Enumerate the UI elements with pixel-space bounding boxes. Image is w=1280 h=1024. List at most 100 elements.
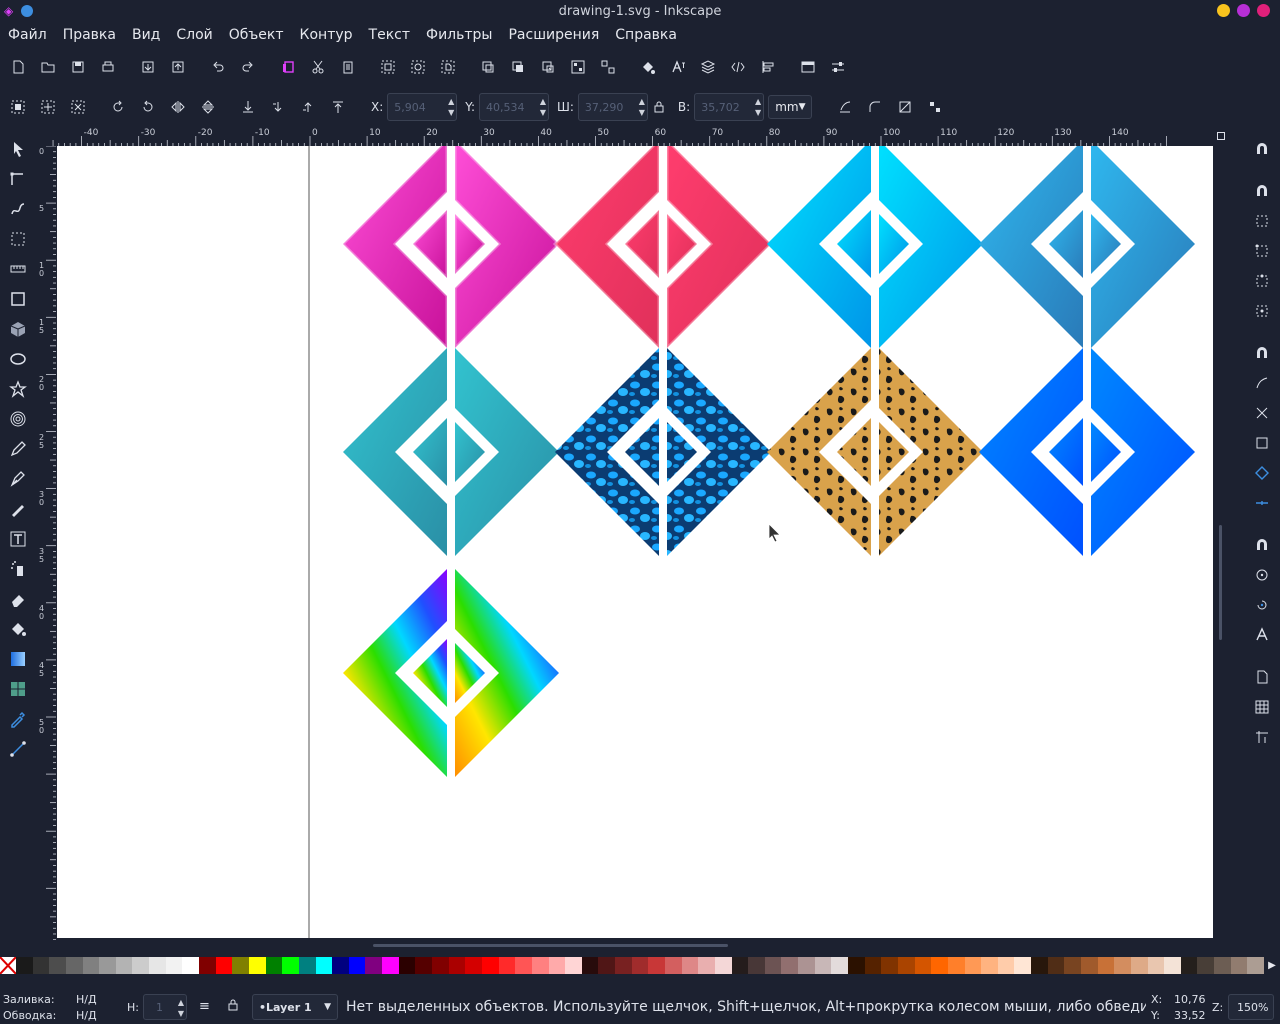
menu-filters[interactable]: Фильтры <box>426 27 492 43</box>
height-input[interactable]: 35,702 ▲ ▼ <box>694 93 765 121</box>
palette-swatch[interactable] <box>481 957 499 974</box>
palette-swatch[interactable] <box>82 957 100 974</box>
palette-scroll-right-icon[interactable]: ▶ <box>1264 957 1280 974</box>
palette-swatch[interactable] <box>149 957 166 974</box>
select-all-layers-icon[interactable] <box>33 92 63 122</box>
palette-swatch[interactable] <box>831 957 849 974</box>
menu-object[interactable]: Объект <box>229 27 284 43</box>
steelblue-diamond[interactable] <box>979 146 1195 348</box>
palette-swatch[interactable] <box>315 957 333 974</box>
duplicate-icon[interactable] <box>473 52 503 82</box>
menu-view[interactable]: Вид <box>132 27 160 43</box>
snap-guide-icon[interactable] <box>1244 722 1280 752</box>
snap-rotation-center-icon[interactable] <box>1244 590 1280 620</box>
palette-swatch[interactable] <box>415 957 433 974</box>
palette-swatch[interactable] <box>132 957 150 974</box>
undo-icon[interactable] <box>203 52 233 82</box>
spiral-tool[interactable] <box>0 404 36 434</box>
horizontal-ruler[interactable]: -40 -30 -20 -10 0 10 20 30 40 50 60 70 80 90 100 110 120… <box>48 128 1212 146</box>
palette-swatch[interactable] <box>931 957 948 974</box>
snap-bbox-edge-icon[interactable] <box>1244 206 1280 236</box>
palette-swatch[interactable] <box>1081 957 1098 974</box>
palette-swatch[interactable] <box>248 957 266 974</box>
snap-text-baseline-icon[interactable] <box>1244 620 1280 650</box>
menu-extensions[interactable]: Расширения <box>508 27 599 43</box>
palette-swatch[interactable] <box>232 957 249 974</box>
palette-swatch[interactable] <box>565 957 582 974</box>
no-paint-swatch[interactable] <box>0 957 16 974</box>
ungroup-icon[interactable] <box>593 52 623 82</box>
palette-swatch[interactable] <box>698 957 715 974</box>
rectangle-tool[interactable] <box>0 284 36 314</box>
drawing-canvas[interactable] <box>57 146 1213 938</box>
palette-swatch[interactable] <box>298 957 316 974</box>
palette-swatch[interactable] <box>964 957 982 974</box>
snap-grid-icon[interactable] <box>1244 692 1280 722</box>
zoom-tool[interactable] <box>0 224 36 254</box>
document-properties-icon[interactable] <box>793 52 823 82</box>
stroke-value[interactable]: Н/Д <box>76 1009 97 1022</box>
spray-tool[interactable] <box>0 554 36 584</box>
red-diamond[interactable] <box>552 146 774 352</box>
palette-swatch[interactable] <box>548 957 566 974</box>
palette-swatch[interactable] <box>16 957 33 974</box>
palette-swatch[interactable] <box>631 957 649 974</box>
preferences-icon[interactable] <box>823 52 853 82</box>
cyan-diamond[interactable] <box>767 146 983 348</box>
align-icon[interactable] <box>753 52 783 82</box>
import-icon[interactable] <box>133 52 163 82</box>
palette-swatch[interactable] <box>49 957 66 974</box>
zoom-page-icon[interactable] <box>433 52 463 82</box>
palette-swatch[interactable] <box>731 957 749 974</box>
palette-swatch[interactable] <box>914 957 932 974</box>
palette-swatch[interactable] <box>1114 957 1131 974</box>
unit-select[interactable]: mm ▼ <box>768 95 813 119</box>
mesh-tool[interactable] <box>0 674 36 704</box>
paste-icon[interactable] <box>333 52 363 82</box>
new-document-icon[interactable] <box>3 52 33 82</box>
palette-swatch[interactable] <box>648 957 665 974</box>
width-input[interactable]: 37,290 ▲ ▼ <box>577 93 648 121</box>
palette-swatch[interactable] <box>881 957 898 974</box>
export-icon[interactable] <box>163 52 193 82</box>
width-increment-icon[interactable]: ▲ <box>639 96 645 107</box>
palette-swatch[interactable] <box>581 957 599 974</box>
y-input[interactable]: 40,534 ▲ ▼ <box>479 93 550 121</box>
palette-swatch[interactable] <box>1130 957 1148 974</box>
snap-bbox-midpoint-icon[interactable] <box>1244 266 1280 296</box>
copy-icon[interactable] <box>273 52 303 82</box>
diamonds-layer[interactable] <box>340 146 1195 777</box>
blue-diamond[interactable] <box>979 348 1195 556</box>
lock-ratio-icon[interactable] <box>648 92 670 122</box>
drawing-svg[interactable] <box>57 146 1213 938</box>
palette-swatch[interactable] <box>1097 957 1115 974</box>
palette-swatch[interactable] <box>398 957 416 974</box>
palette-swatch[interactable] <box>332 957 349 974</box>
x-decrement-icon[interactable]: ▼ <box>448 107 454 118</box>
horizontal-scrollbar[interactable] <box>373 944 728 947</box>
palette-swatch[interactable] <box>215 957 233 974</box>
palette-swatch[interactable] <box>65 957 83 974</box>
rotate-cw-icon[interactable] <box>133 92 163 122</box>
palette-swatch[interactable] <box>1047 957 1065 974</box>
palette-swatch[interactable] <box>1164 957 1181 974</box>
open-icon[interactable] <box>33 52 63 82</box>
tweak-tool[interactable] <box>0 194 36 224</box>
y-decrement-icon[interactable]: ▼ <box>540 107 546 118</box>
text-tool[interactable] <box>0 524 36 554</box>
snap-bbox-corner-icon[interactable] <box>1244 236 1280 266</box>
lower-icon[interactable] <box>263 92 293 122</box>
xml-editor-icon[interactable] <box>723 52 753 82</box>
menu-text[interactable]: Текст <box>369 27 410 43</box>
print-icon[interactable] <box>93 52 123 82</box>
teal-diamond[interactable] <box>343 348 559 556</box>
gradient-tool[interactable] <box>0 644 36 674</box>
x-increment-icon[interactable]: ▲ <box>448 96 454 107</box>
y-increment-icon[interactable]: ▲ <box>540 96 546 107</box>
paint-bucket-tool[interactable] <box>0 614 36 644</box>
snap-bbox-center-icon[interactable] <box>1244 296 1280 326</box>
palette-swatch[interactable] <box>1180 957 1198 974</box>
menu-edit[interactable]: Правка <box>63 27 116 43</box>
flip-vertical-icon[interactable] <box>193 92 223 122</box>
sticky-window-icon[interactable] <box>21 5 34 17</box>
